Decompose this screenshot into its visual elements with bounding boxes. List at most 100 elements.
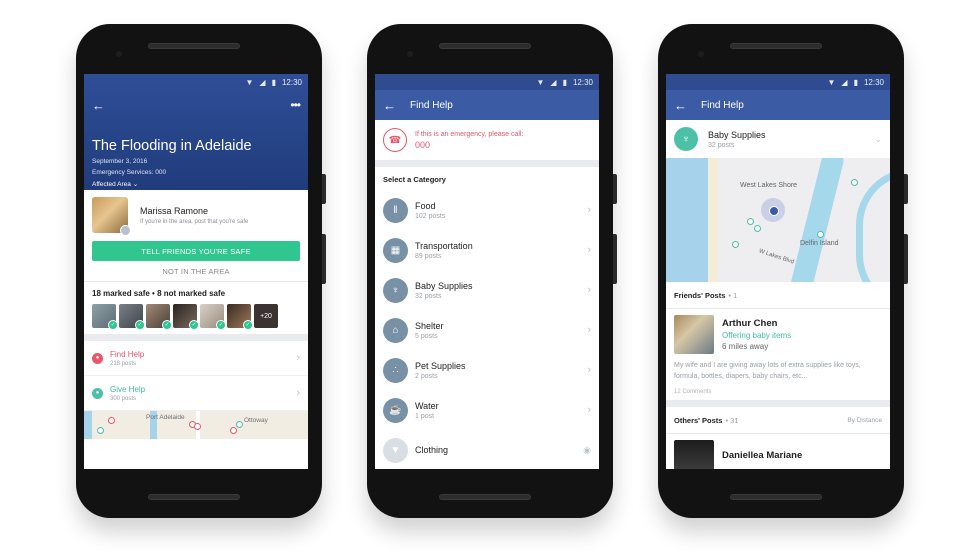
check-icon: ✓ bbox=[216, 320, 226, 330]
current-location-icon bbox=[769, 206, 779, 216]
home-icon: ⌂ bbox=[383, 317, 408, 343]
back-arrow-icon[interactable]: ← bbox=[383, 98, 396, 113]
heart-hand-icon: ● bbox=[92, 387, 103, 399]
map-pin[interactable] bbox=[230, 427, 237, 434]
map-pin[interactable] bbox=[108, 417, 115, 424]
category-selector[interactable]: ♆ Baby Supplies 32 posts ⌄ bbox=[666, 120, 890, 158]
map-pin[interactable] bbox=[194, 423, 201, 430]
friends-posts-count: • 1 bbox=[728, 290, 738, 300]
category-pet-supplies[interactable]: ∴ Pet Supplies 2 posts › bbox=[375, 350, 599, 390]
section-label: Select a Category bbox=[383, 175, 446, 184]
category-label: Pet Supplies bbox=[415, 360, 466, 371]
map-pin[interactable] bbox=[817, 231, 824, 238]
post-author-name[interactable]: Daniellea Mariane bbox=[722, 450, 802, 461]
app-bar: ← Find Help bbox=[666, 90, 890, 120]
chevron-right-icon: › bbox=[296, 387, 300, 399]
post-comments-link[interactable]: 12 Comments bbox=[674, 389, 882, 400]
friend-avatar[interactable]: ✓ bbox=[200, 304, 226, 330]
category-label: Clothing bbox=[415, 445, 449, 455]
signal-icon: ◢ bbox=[841, 77, 848, 87]
friend-avatar[interactable]: ✓ bbox=[119, 304, 145, 330]
section-gap bbox=[84, 334, 308, 341]
map-pin[interactable] bbox=[747, 218, 754, 225]
post-author-photo[interactable] bbox=[674, 315, 714, 354]
page-title: Find Help bbox=[410, 99, 453, 111]
tell-friends-safe-button[interactable]: TELL FRIENDS YOU'RE SAFE bbox=[92, 241, 300, 261]
chevron-right-icon: › bbox=[587, 204, 591, 216]
map-pin[interactable] bbox=[851, 179, 858, 186]
map-pin[interactable] bbox=[97, 427, 104, 434]
signal-icon: ◢ bbox=[550, 77, 557, 87]
search-icon: ● bbox=[92, 352, 103, 364]
affected-area-map[interactable]: Port Adelaide Ottoway bbox=[84, 411, 308, 439]
chevron-right-icon: › bbox=[587, 324, 591, 336]
back-arrow-icon[interactable]: ← bbox=[674, 98, 687, 113]
friend-avatar[interactable]: ✓ bbox=[227, 304, 253, 330]
emergency-banner[interactable]: ☎ If this is an emergency, please call: … bbox=[375, 120, 599, 160]
power-button bbox=[613, 234, 617, 284]
power-button bbox=[322, 234, 326, 284]
post-author-photo[interactable] bbox=[674, 440, 714, 469]
sort-by-distance[interactable]: By Distance bbox=[847, 417, 882, 424]
screen-safety-check: ▼ ◢ ▮ 12:30 ← ••• The Flooding in Adelai… bbox=[84, 74, 308, 469]
bus-icon: ▦ bbox=[383, 237, 408, 263]
cup-icon: ☕ bbox=[383, 397, 408, 423]
event-header: ▼ ◢ ▮ 12:30 ← ••• The Flooding in Adelai… bbox=[84, 74, 308, 190]
status-bar: ▼ ◢ ▮ 12:30 bbox=[84, 74, 308, 90]
back-arrow-icon[interactable]: ← bbox=[92, 98, 105, 113]
more-options-icon[interactable]: ••• bbox=[290, 98, 301, 112]
screen-find-help: ▼ ◢ ▮ 12:30 ← Find Help ☎ If this is an … bbox=[375, 74, 599, 469]
posts-map[interactable]: West Lakes Shore Delfin Island W Lakes B… bbox=[666, 158, 890, 282]
status-bar: ▼ ◢ ▮ 12:30 bbox=[375, 74, 599, 90]
event-title: The Flooding in Adelaide bbox=[92, 138, 252, 154]
paw-icon: ∴ bbox=[383, 357, 408, 383]
map-pin[interactable] bbox=[236, 421, 243, 428]
volume-button bbox=[322, 174, 326, 204]
affected-area-toggle[interactable]: Affected Area ⌄ bbox=[92, 180, 138, 188]
others-posts-count: • 31 bbox=[725, 415, 739, 425]
category-posts: 2 posts bbox=[415, 372, 438, 380]
speaker bbox=[439, 43, 531, 49]
map-pin[interactable] bbox=[754, 225, 761, 232]
category-posts: 1 post bbox=[415, 412, 435, 420]
more-friends-button[interactable]: +20 bbox=[254, 304, 278, 328]
give-help-row[interactable]: ● Give Help 300 posts › bbox=[84, 376, 308, 411]
category-clothing[interactable]: ▼ Clothing ◉ bbox=[375, 430, 599, 469]
section-gap bbox=[375, 160, 599, 167]
category-label: Transportation bbox=[415, 240, 473, 251]
others-posts-header: Others' Posts • 31 By Distance bbox=[666, 407, 890, 433]
post-card[interactable]: Daniellea Mariane bbox=[666, 434, 890, 469]
give-help-posts: 300 posts bbox=[110, 395, 137, 402]
category-water[interactable]: ☕ Water 1 post › bbox=[375, 390, 599, 430]
category-food[interactable]: ‖ Food 102 posts › bbox=[375, 190, 599, 230]
check-icon: ✓ bbox=[108, 320, 118, 330]
friend-avatar[interactable]: ✓ bbox=[173, 304, 199, 330]
check-icon: ✓ bbox=[243, 320, 253, 330]
chevron-right-icon: › bbox=[587, 244, 591, 256]
phone-2: ▼ ◢ ▮ 12:30 ← Find Help ☎ If this is an … bbox=[367, 24, 617, 518]
post-author-name[interactable]: Arthur Chen bbox=[722, 318, 791, 329]
find-help-row[interactable]: ● Find Help 218 posts › bbox=[84, 341, 308, 376]
category-shelter[interactable]: ⌂ Shelter 5 posts › bbox=[375, 310, 599, 350]
volume-button bbox=[904, 174, 908, 204]
emergency-number[interactable]: 000 bbox=[415, 140, 523, 150]
app-bar: ← ••• bbox=[84, 90, 308, 120]
category-label: Water bbox=[415, 400, 439, 411]
friends-list: ✓ ✓ ✓ ✓ ✓ ✓ +20 bbox=[84, 304, 308, 334]
map-pin[interactable] bbox=[732, 241, 739, 248]
category-baby-supplies[interactable]: ♆ Baby Supplies 32 posts › bbox=[375, 270, 599, 310]
friend-avatar[interactable]: ✓ bbox=[92, 304, 118, 330]
wifi-icon: ▼ bbox=[827, 77, 836, 87]
category-posts: 102 posts bbox=[415, 212, 446, 220]
find-help-label: Find Help bbox=[110, 349, 145, 359]
map-beach bbox=[708, 158, 718, 282]
post-body: My wife and I are giving away lots of ex… bbox=[674, 362, 861, 380]
post-card[interactable]: Arthur Chen Offering baby items 6 miles … bbox=[666, 309, 890, 400]
category-transportation[interactable]: ▦ Transportation 89 posts › bbox=[375, 230, 599, 270]
chevron-down-icon: ⌄ bbox=[874, 133, 882, 144]
user-profile: Marissa Ramone If you're in the area, po… bbox=[84, 190, 308, 237]
not-in-area-button[interactable]: NOT IN THE AREA bbox=[84, 261, 308, 281]
check-icon: ✓ bbox=[189, 320, 199, 330]
category-posts: 32 posts bbox=[708, 141, 735, 149]
friend-avatar[interactable]: ✓ bbox=[146, 304, 172, 330]
